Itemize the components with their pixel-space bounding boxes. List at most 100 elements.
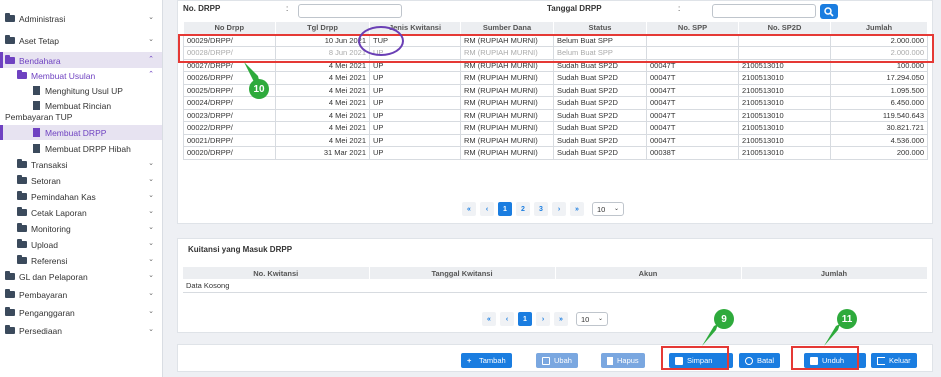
table-cell: 119.540.643: [830, 108, 928, 122]
column-header: Akun: [555, 267, 742, 279]
prev-page-button[interactable]: ‹: [500, 312, 514, 326]
page-1-button[interactable]: 1: [498, 202, 512, 216]
table-cell: RM (RUPIAH MURNI): [460, 96, 554, 110]
table-cell: RM (RUPIAH MURNI): [460, 146, 554, 160]
table-cell: 2100513010: [738, 96, 831, 110]
first-page-button[interactable]: «: [462, 202, 476, 216]
column-header[interactable]: Jumlah: [830, 22, 928, 34]
hapus-button[interactable]: Hapus: [601, 353, 645, 368]
page-2-button[interactable]: 2: [516, 202, 530, 216]
table-row[interactable]: 00023/DRPP/4 Mei 2021 UP RM (RUPIAH MURNI)…: [183, 108, 928, 122]
table-cell: 00047T: [646, 71, 739, 85]
chevron-down-icon: ⌄: [148, 308, 154, 315]
column-header[interactable]: No. SP2D: [738, 22, 831, 34]
colon: :: [678, 4, 681, 13]
kwitansi-table: No. Kwitansi Tanggal Kwitansi Akun Jumla…: [183, 267, 928, 293]
table-cell: 4 Mei 2021: [275, 133, 370, 147]
table-cell: 00023/DRPP/: [183, 108, 276, 122]
table-header-row: No Drpp Tgl Drpp Jenis Kwitansi Sumber Dana…: [183, 22, 928, 34]
highlight-box-simpan: [661, 346, 729, 370]
table-cell: UP: [369, 121, 461, 135]
table-cell: 00047T: [646, 121, 739, 135]
table-row[interactable]: 00021/DRPP/4 Mei 2021 UP RM (RUPIAH MURNI)…: [183, 133, 928, 147]
table-cell: 2100513010: [738, 133, 831, 147]
logout-icon: [877, 356, 885, 365]
table-cell: 4 Mei 2021: [275, 96, 370, 110]
table-cell: 4 Mei 2021: [275, 71, 370, 85]
page-size-select[interactable]: 10 ⌄: [592, 202, 624, 216]
table-cell: 4 Mei 2021: [275, 108, 370, 122]
chevron-down-icon: ⌄: [148, 290, 154, 297]
column-header[interactable]: Status: [553, 22, 647, 34]
folder-icon: [17, 70, 27, 79]
batal-button[interactable]: Batal: [739, 353, 781, 368]
highlight-box-row: [178, 34, 934, 63]
page-size-select[interactable]: 10 ⌄: [576, 312, 608, 326]
table-cell: 1.095.500: [830, 83, 928, 97]
edit-icon: [542, 356, 550, 365]
table-cell: 4 Mei 2021: [275, 121, 370, 135]
pagination: « ‹ 1 2 3 › » 10 ⌄: [462, 201, 624, 217]
table-cell: Sudah Buat SP2D: [553, 146, 647, 160]
folder-icon: [5, 35, 15, 44]
table-row[interactable]: 00025/DRPP/4 Mei 2021 UP RM (RUPIAH MURNI)…: [183, 83, 928, 97]
kwitansi-panel: Kuitansi yang Masuk DRPP No. Kwitansi Ta…: [177, 238, 933, 333]
page-1-button[interactable]: 1: [518, 312, 532, 326]
column-header: No. Kwitansi: [183, 267, 370, 279]
table-cell: 4 Mei 2021: [275, 83, 370, 97]
next-page-button[interactable]: ›: [536, 312, 550, 326]
table-cell: 00022/DRPP/: [183, 121, 276, 135]
chevron-down-icon: ⌄: [148, 36, 154, 43]
table-row[interactable]: 00024/DRPP/4 Mei 2021 UP RM (RUPIAH MURNI)…: [183, 96, 928, 110]
table-cell: 2100513010: [738, 83, 831, 97]
column-header[interactable]: No Drpp: [183, 22, 276, 34]
table-cell: 2100513010: [738, 121, 831, 135]
folder-icon: [5, 55, 15, 64]
table-row[interactable]: 00022/DRPP/4 Mei 2021 UP RM (RUPIAH MURNI)…: [183, 121, 928, 135]
folder-icon: [5, 13, 15, 22]
table-cell: Sudah Buat SP2D: [553, 71, 647, 85]
folder-icon: [17, 223, 27, 232]
cancel-icon: [745, 356, 753, 365]
table-row[interactable]: 00026/DRPP/4 Mei 2021 UP RM (RUPIAH MURNI)…: [183, 71, 928, 85]
table-cell: 2100513010: [738, 108, 831, 122]
page-3-button[interactable]: 3: [534, 202, 548, 216]
no-drpp-input[interactable]: [298, 4, 402, 18]
last-page-button[interactable]: »: [554, 312, 568, 326]
document-icon: [33, 86, 40, 95]
plus-icon: +: [467, 355, 472, 365]
keluar-button[interactable]: Keluar: [871, 353, 917, 368]
folder-icon: [5, 271, 15, 280]
table-row[interactable]: 00020/DRPP/31 Mar 2021 UP RM (RUPIAH MURNI…: [183, 146, 928, 160]
chevron-down-icon: ⌄: [148, 176, 154, 183]
folder-icon: [17, 207, 27, 216]
chevron-down-icon: ⌄: [613, 206, 619, 212]
tambah-button[interactable]: + Tambah: [461, 353, 512, 368]
document-icon: [33, 101, 40, 110]
next-page-button[interactable]: ›: [552, 202, 566, 216]
column-header[interactable]: Tgl Drpp: [275, 22, 370, 34]
table-cell: 2100513010: [738, 71, 831, 85]
table-cell: 00038T: [646, 146, 739, 160]
first-page-button[interactable]: «: [482, 312, 496, 326]
column-header[interactable]: Sumber Dana: [460, 22, 554, 34]
last-page-button[interactable]: »: [570, 202, 584, 216]
no-drpp-label: No. DRPP: [183, 4, 221, 13]
table-cell: UP: [369, 83, 461, 97]
tanggal-drpp-input[interactable]: [712, 4, 816, 18]
ubah-button[interactable]: Ubah: [536, 353, 578, 368]
document-icon: [33, 128, 40, 137]
sidebar: Administrasi ⌄ Aset Tetap ⌄ Bendahara ⌃ Mem…: [0, 0, 163, 377]
search-icon: [824, 7, 834, 17]
folder-icon: [5, 325, 15, 334]
kwitansi-pagination: « ‹ 1 › » 10 ⌄: [482, 311, 608, 327]
chevron-down-icon: ⌄: [148, 208, 154, 215]
column-header[interactable]: No. SPP: [646, 22, 739, 34]
colon: :: [286, 4, 289, 13]
chevron-down-icon: ⌄: [148, 256, 154, 263]
chevron-down-icon: ⌄: [148, 160, 154, 167]
table-cell: Sudah Buat SP2D: [553, 133, 647, 147]
prev-page-button[interactable]: ‹: [480, 202, 494, 216]
search-button[interactable]: [820, 4, 838, 19]
highlight-ellipse-jenis-kwitansi: [358, 26, 404, 56]
